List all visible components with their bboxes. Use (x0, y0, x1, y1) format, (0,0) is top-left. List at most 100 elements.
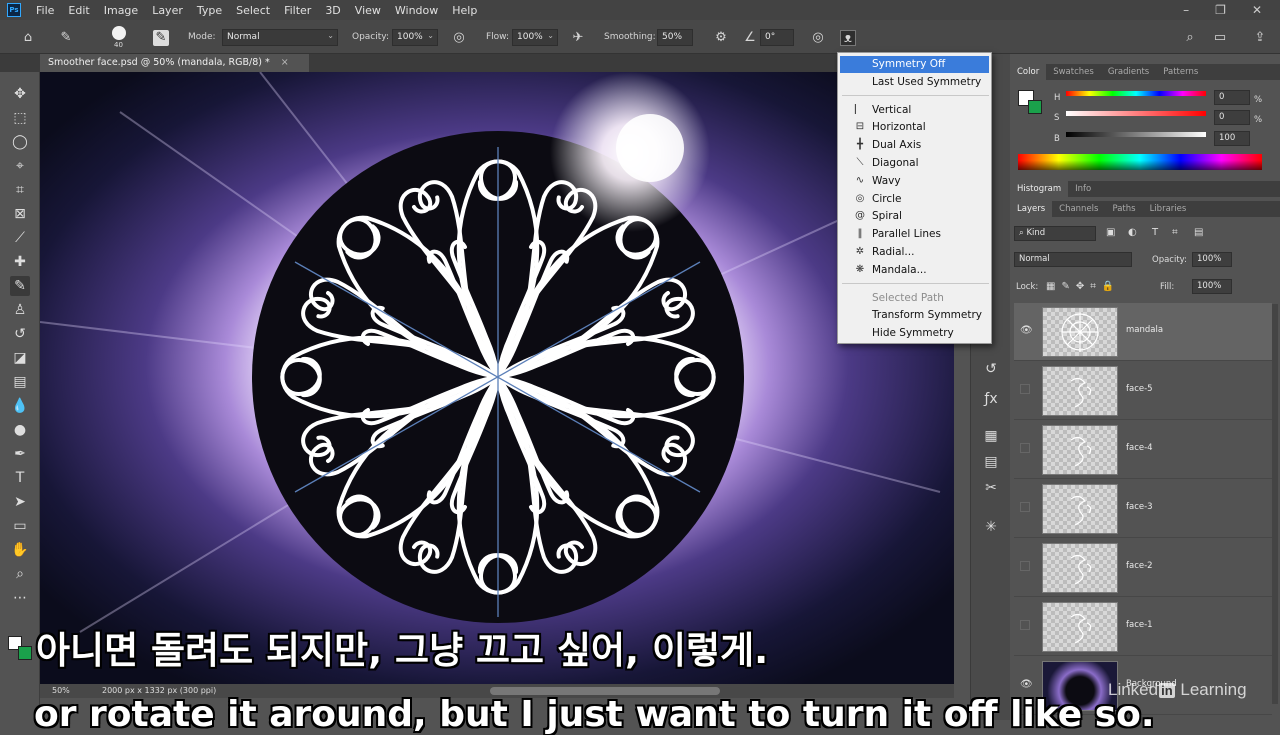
menu-window[interactable]: Window (388, 4, 445, 17)
menu-edit[interactable]: Edit (61, 4, 96, 17)
frame-tool-icon[interactable]: ⊠ (10, 204, 30, 224)
zoom-tool-icon[interactable]: ⌕ (10, 564, 30, 584)
menu-item-wavy[interactable]: ∿ Wavy (840, 173, 989, 190)
pen-tool-icon[interactable]: ✒ (10, 444, 30, 464)
layer-row[interactable]: face-3 (1014, 480, 1272, 538)
visibility-eye-icon[interactable]: 👁 (1020, 325, 1033, 337)
menu-file[interactable]: File (29, 4, 61, 17)
close-tab-icon[interactable]: × (281, 57, 289, 68)
blend-mode-select[interactable]: Normal (1014, 252, 1132, 267)
tab-info[interactable]: Info (1068, 184, 1098, 194)
path-select-tool-icon[interactable]: ➤ (10, 492, 30, 512)
menu-select[interactable]: Select (229, 4, 277, 17)
menu-item-horizontal[interactable]: ⊟ Horizontal (840, 119, 989, 136)
stamp-tool-icon[interactable]: ♙ (10, 300, 30, 320)
photoshop-logo[interactable]: Ps (7, 3, 21, 17)
flow-input[interactable]: 100% ⌄ (512, 29, 558, 46)
properties-icon[interactable]: ▦ (981, 426, 1001, 446)
brush-preset-icon[interactable]: ✎ (58, 30, 74, 46)
tab-libraries[interactable]: Libraries (1143, 204, 1194, 214)
menu-item-transform-symmetry[interactable]: Transform Symmetry (840, 307, 989, 324)
layer-row[interactable]: 👁 mandala (1014, 303, 1272, 361)
more-tools-icon[interactable]: ⋯ (10, 588, 30, 608)
menu-image[interactable]: Image (97, 4, 145, 17)
menu-3d[interactable]: 3D (318, 4, 347, 17)
search-icon[interactable]: ⌕ (1182, 30, 1198, 46)
menu-item-radial[interactable]: ✲ Radial... (840, 244, 989, 261)
layer-row[interactable]: face-2 (1014, 539, 1272, 597)
menu-filter[interactable]: Filter (277, 4, 318, 17)
gradient-tool-icon[interactable]: ▤ (10, 372, 30, 392)
layer-row[interactable]: face-4 (1014, 421, 1272, 479)
menu-item-symmetry-off[interactable]: Symmetry Off (840, 56, 989, 73)
tab-channels[interactable]: Channels (1052, 204, 1105, 214)
quick-select-tool-icon[interactable]: ⌖ (10, 156, 30, 176)
layers-scrollbar[interactable] (1272, 304, 1278, 704)
menu-item-diagonal[interactable]: ⟍ Diagonal (840, 155, 989, 172)
fill-input[interactable]: 100% (1192, 279, 1232, 294)
lock-icons[interactable]: ▦✎✥⌗🔒 (1046, 281, 1120, 292)
filter-type-icon[interactable]: T (1152, 227, 1158, 238)
visibility-eye-icon[interactable] (1020, 384, 1030, 394)
crop-tool-icon[interactable]: ⌗ (10, 180, 30, 200)
color-bg-swatch[interactable] (1028, 100, 1042, 114)
menu-item-spiral[interactable]: @ Spiral (840, 208, 989, 225)
menu-item-vertical[interactable]: ⎸ Vertical (840, 102, 989, 119)
menu-view[interactable]: View (348, 4, 388, 17)
brush-tip-preview[interactable] (112, 26, 126, 40)
tab-gradients[interactable]: Gradients (1101, 67, 1156, 77)
eyedropper-tool-icon[interactable]: ⟋ (10, 228, 30, 248)
history-icon[interactable]: ↺ (981, 359, 1001, 379)
tools-icon[interactable]: ✂ (981, 478, 1001, 498)
h-input[interactable]: 0 (1214, 90, 1250, 105)
menu-item-hide-symmetry[interactable]: Hide Symmetry (840, 325, 989, 342)
workspace-icon[interactable]: ▭ (1212, 30, 1228, 46)
document-canvas[interactable] (40, 72, 954, 684)
background-color-swatch[interactable] (18, 646, 32, 660)
visibility-eye-icon[interactable] (1020, 502, 1030, 512)
home-icon[interactable]: ⌂ (20, 30, 36, 46)
healing-tool-icon[interactable]: ✚ (10, 252, 30, 272)
menu-item-mandala[interactable]: ❋ Mandala... (840, 262, 989, 279)
pressure-size-icon[interactable]: ◎ (810, 30, 826, 46)
tab-patterns[interactable]: Patterns (1156, 67, 1205, 77)
lasso-tool-icon[interactable]: ◯ (10, 132, 30, 152)
tab-histogram[interactable]: Histogram (1010, 181, 1069, 197)
pressure-opacity-icon[interactable]: ◎ (451, 30, 467, 46)
history-brush-icon[interactable]: ↺ (10, 324, 30, 344)
butterfly-symmetry-icon[interactable]: ᴥ (840, 30, 856, 46)
eraser-tool-icon[interactable]: ◪ (10, 348, 30, 368)
adjustments-icon[interactable]: ✳ (981, 517, 1001, 537)
visibility-eye-icon[interactable] (1020, 561, 1030, 571)
tab-paths[interactable]: Paths (1105, 204, 1142, 214)
brightness-slider[interactable] (1066, 132, 1206, 137)
brush-settings-icon[interactable]: ✎ (153, 30, 169, 46)
type-tool-icon[interactable]: T (10, 468, 30, 488)
menu-layer[interactable]: Layer (145, 4, 190, 17)
hand-tool-icon[interactable]: ✋ (10, 540, 30, 560)
visibility-eye-icon[interactable] (1020, 620, 1030, 630)
hue-slider[interactable] (1066, 91, 1206, 96)
minimize-icon[interactable]: – (1183, 3, 1189, 17)
menu-type[interactable]: Type (190, 4, 229, 17)
filter-shape-icon[interactable]: ⌗ (1172, 227, 1178, 238)
dodge-tool-icon[interactable]: ● (10, 420, 30, 440)
mode-select[interactable]: Normal ⌄ (222, 29, 338, 46)
filter-adjustment-icon[interactable]: ◐ (1128, 227, 1137, 238)
notes-icon[interactable]: ▤ (981, 452, 1001, 472)
layer-filter-select[interactable]: ⌕ Kind (1014, 226, 1096, 241)
color-spectrum-bar[interactable] (1018, 154, 1262, 170)
menu-item-dual-axis[interactable]: ╋ Dual Axis (840, 137, 989, 154)
move-tool-icon[interactable]: ✥ (10, 84, 30, 104)
tab-swatches[interactable]: Swatches (1046, 67, 1101, 77)
restore-icon[interactable]: ❐ (1215, 3, 1226, 17)
blur-tool-icon[interactable]: 💧 (10, 396, 30, 416)
smoothing-input[interactable]: 50% (657, 29, 693, 46)
visibility-eye-icon[interactable] (1020, 443, 1030, 453)
rectangle-tool-icon[interactable]: ▭ (10, 516, 30, 536)
b-input[interactable]: 100 (1214, 131, 1250, 146)
opacity-input[interactable]: 100% ⌄ (392, 29, 438, 46)
close-icon[interactable]: ✕ (1252, 3, 1262, 17)
layer-row[interactable]: face-5 (1014, 362, 1272, 420)
angle-input[interactable]: 0° (760, 29, 794, 46)
